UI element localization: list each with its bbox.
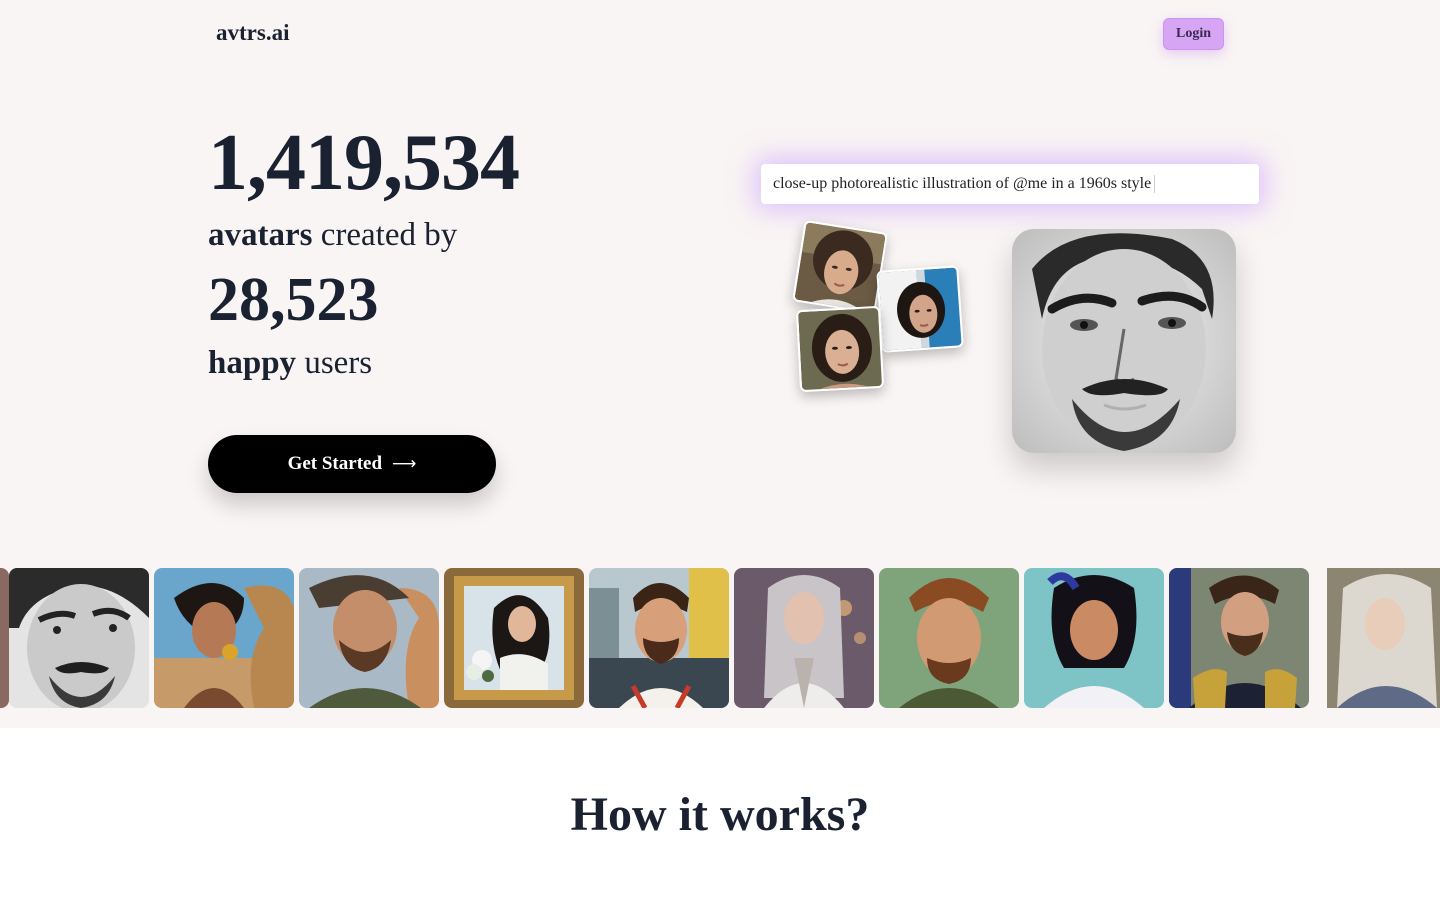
text-caret [1154,175,1156,193]
prompt-input[interactable]: close-up photorealistic illustration of … [761,164,1259,204]
avatar-gallery-strip [0,568,1440,708]
arrow-right-icon: ⟶ [392,454,417,474]
gallery-avatar[interactable] [0,568,9,708]
source-photo-1 [792,219,888,315]
users-caption: happy users [208,342,372,384]
gallery-avatar[interactable] [154,568,294,708]
avatars-word: avatars [208,217,313,253]
get-started-label: Get Started [287,453,383,474]
login-button[interactable]: Login [1163,18,1224,50]
gallery-avatar[interactable] [734,568,874,708]
created-by-text: created by [312,217,458,253]
gallery-avatar[interactable] [589,568,729,708]
source-photo-3 [795,305,885,393]
gallery-avatar[interactable] [444,568,584,708]
users-word: users [296,345,373,381]
gallery-avatar[interactable] [1327,568,1440,708]
get-started-button[interactable]: Get Started ⟶ [208,435,496,493]
prompt-text: close-up photorealistic illustration of … [773,175,1152,192]
happy-word: happy [208,345,297,381]
gallery-avatar[interactable] [879,568,1019,708]
brand-logo[interactable]: avtrs.ai [216,20,289,46]
gallery-avatar[interactable] [299,568,439,708]
generated-avatar-preview [1012,229,1236,453]
avatars-caption: avatars created by [208,214,457,256]
how-it-works-title: How it works? [570,788,870,841]
gallery-avatar[interactable] [1024,568,1164,708]
users-count: 28,523 [208,266,379,334]
site-header: avtrs.ai Login [0,0,1440,68]
avatars-count: 1,419,534 [208,119,520,207]
gallery-avatar[interactable] [9,568,149,708]
source-photo-2 [876,265,964,353]
gallery-avatar[interactable] [1169,568,1309,708]
